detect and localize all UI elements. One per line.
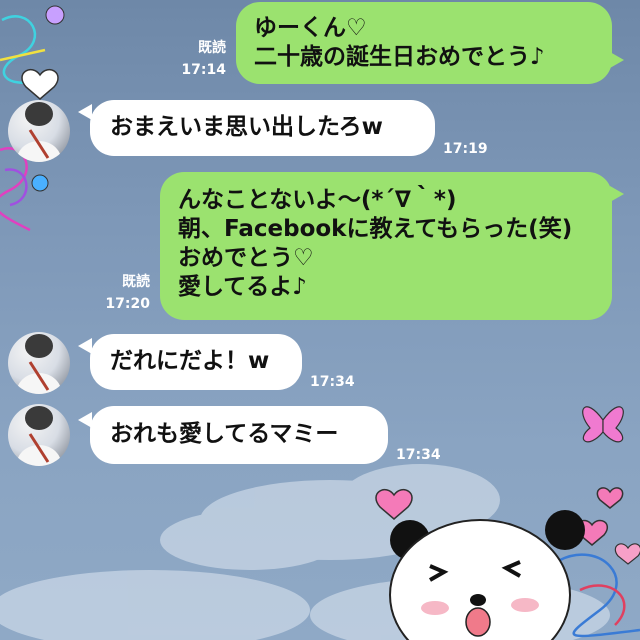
message-text: おめでとう♡: [178, 245, 314, 271]
avatar-photo: [16, 406, 62, 466]
bubble-tail: [610, 52, 624, 68]
avatar-photo: [16, 102, 62, 162]
message-time: 17:14: [181, 62, 226, 78]
message-text: ゆーくん♡: [254, 15, 367, 41]
panda-sticker: [389, 510, 585, 640]
message-text: おれも愛してるマミー: [110, 421, 339, 447]
bubble-tail: [610, 186, 624, 202]
contact-avatar[interactable]: [8, 332, 70, 394]
read-receipt: 既読: [122, 274, 150, 290]
message-text: 二十歳の誕生日おめでとう♪: [254, 44, 545, 70]
message-time: 17:19: [443, 141, 488, 157]
message-text: おまえいま思い出したろw: [110, 114, 383, 140]
message-text: 愛してるよ♪: [178, 274, 307, 300]
butterfly-sticker: [582, 406, 624, 443]
outgoing-message-bubble[interactable]: ゆーくん♡ 二十歳の誕生日おめでとう♪: [236, 2, 612, 84]
incoming-message-bubble[interactable]: だれにだよ！w: [90, 334, 302, 390]
incoming-message-bubble[interactable]: おまえいま思い出したろw: [90, 100, 435, 156]
incoming-message-bubble[interactable]: おれも愛してるマミー: [90, 406, 388, 464]
background-decorations: [0, 5, 640, 640]
avatar-photo: [16, 334, 62, 394]
message-text: だれにだよ！w: [110, 348, 270, 374]
contact-avatar[interactable]: [8, 100, 70, 162]
chat-screen: 既読 17:14 ゆーくん♡ 二十歳の誕生日おめでとう♪ おまえいま思い出したろ…: [0, 0, 640, 640]
read-receipt: 既読: [198, 40, 226, 56]
message-text: んなことないよ〜(*´∇｀*): [178, 187, 457, 213]
contact-avatar[interactable]: [8, 404, 70, 466]
message-time: 17:20: [105, 296, 150, 312]
message-time: 17:34: [396, 447, 441, 463]
message-time: 17:34: [310, 374, 355, 390]
outgoing-message-bubble[interactable]: んなことないよ〜(*´∇｀*) 朝、Facebookに教えてもらった(笑) おめ…: [160, 172, 612, 320]
message-text: 朝、Facebookに教えてもらった(笑): [178, 216, 573, 242]
